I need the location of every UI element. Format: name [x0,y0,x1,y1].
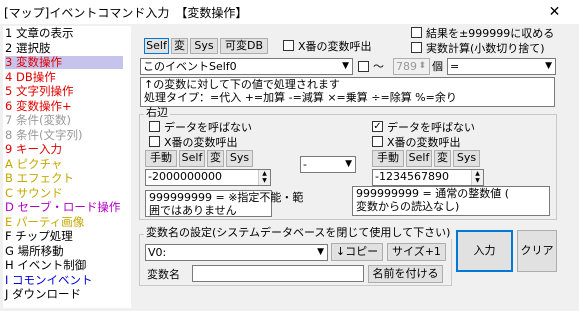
close-button[interactable]: ✕ [530,0,579,24]
count-spinner[interactable]: 789 ⬍ [393,58,430,75]
command-item[interactable]: 7 条件(変数) [5,114,71,127]
right-side-label: 右辺 [144,106,170,119]
command-item[interactable]: 1 文章の表示 [5,27,73,40]
count-value: 789 [396,60,417,73]
clamp-label: 結果を±999999に収める [426,27,555,40]
kahen-db-button[interactable]: 可変DB [220,38,268,54]
chevron-down-icon: ▼ [545,61,552,71]
chevron-down-icon: ▼ [342,61,349,71]
operation-value: = [450,60,460,73]
command-item[interactable]: 3 変数操作 [5,56,123,69]
x-call-top-label: X番の変数呼出 [298,40,372,53]
left-hen-button[interactable]: 変 [207,150,224,167]
window-title: [マップ]イベントコマンド入力 【変数操作】 [4,6,248,20]
command-item[interactable]: F チップ処理 [5,230,73,243]
target-variable-value: このイベントSelf0 [143,60,237,73]
left-x-call-checkbox[interactable] [149,136,160,147]
real-calc-label: 実数計算(小数切り捨て) [426,42,545,55]
command-item[interactable]: A ピクチャ [5,157,62,171]
right-manual-button[interactable]: 手動 [372,150,404,167]
self-button[interactable]: Self [144,38,169,54]
operator-value: - [303,158,307,171]
command-item[interactable]: J ダウンロード [5,288,81,301]
tilde-label: ～ [373,60,384,73]
varname-title: 変数名の設定(システムデータベースを閉じて使用して下さい) [144,226,453,239]
command-item[interactable]: 6 変数操作+ [5,99,72,113]
command-item[interactable]: E パーティ画像 [5,215,84,229]
command-item[interactable]: 8 条件(文字列) [5,128,82,142]
command-item[interactable]: G 場所移動 [5,244,64,258]
command-item[interactable]: I コモンイベント [5,273,93,287]
input-button[interactable]: 入力 [456,230,513,272]
clamp-checkbox[interactable] [411,27,422,38]
chevron-down-icon: ▼ [317,247,324,257]
operator-combo[interactable]: - ▼ [300,156,356,173]
right-spin-icon[interactable]: ▲ ▼ [471,170,483,185]
right-x-call-checkbox[interactable] [372,136,383,147]
operation-combo[interactable]: = ▼ [447,58,556,75]
left-sys-button[interactable]: Sys [226,150,253,167]
right-value: -1234567890 [375,170,449,183]
right-sys-button[interactable]: Sys [453,150,480,167]
left-note: 999999999 = ※指定不能・範 囲ではありません [145,190,303,217]
left-manual-button[interactable]: 手動 [145,150,177,167]
command-item[interactable]: D セーブ・ロード操作 [5,201,120,214]
command-item[interactable]: B エフェクト [5,172,74,185]
right-x-call-label: X番の変数呼出 [387,136,461,149]
sys-button[interactable]: Sys [190,38,218,54]
right-note: 999999999 = 通常の整数値 ( 変数からの読込なし) [352,186,550,216]
command-list[interactable]: 1 文章の表示 2 選択肢 3 変数操作 4 DB操作 5 文字列操作 6 変数操作+ 7 … [3,26,131,308]
varname-combo-value: V0: [148,246,167,259]
left-value-input[interactable]: -2000000000 [145,169,271,186]
right-self-button[interactable]: Self [406,150,432,167]
size-plus-button[interactable]: サイズ+1 [387,243,446,261]
right-no-data-checkbox[interactable]: ✓ [372,121,383,132]
left-self-button[interactable]: Self [179,150,205,167]
chevron-down-icon: ▼ [345,159,352,169]
command-item[interactable]: 9 キー入力 [5,143,62,156]
left-no-data-label: データを呼ばない [164,121,252,134]
varname-label: 変数名 [147,268,180,281]
target-variable-combo[interactable]: このイベントSelf0 ▼ [140,58,353,75]
left-spin-icon[interactable]: ▲ ▼ [258,170,270,185]
command-item[interactable]: 4 DB操作 [5,70,56,84]
range-checkbox[interactable] [358,61,369,72]
x-call-top-checkbox[interactable] [283,40,294,51]
assign-name-button[interactable]: 名前を付ける [368,265,443,283]
right-hen-button[interactable]: 変 [434,150,451,167]
varname-combo[interactable]: V0: ▼ [145,244,328,261]
count-unit-label: 個 [432,60,443,73]
left-no-data-checkbox[interactable] [149,121,160,132]
copy-button[interactable]: ↓コピー [331,243,383,261]
hen-button[interactable]: 変 [171,38,188,54]
command-item[interactable]: C サウンド [5,186,63,200]
real-calc-checkbox[interactable] [411,42,422,53]
info-text: ↑の変数に対して下の値で処理されます 処理タイプ：=代入 +=加算 -=減算 ×… [140,77,555,107]
left-x-call-label: X番の変数呼出 [164,136,238,149]
right-value-input[interactable]: -1234567890 [372,169,484,186]
command-item[interactable]: 5 文字列操作 [5,85,73,98]
varname-input[interactable] [192,265,364,282]
command-item[interactable]: H イベント制御 [5,259,86,272]
spin-arrows-icon: ⬍ [418,61,426,71]
command-item[interactable]: 2 選択肢 [5,41,50,55]
left-value: -2000000000 [148,170,222,183]
right-no-data-label: データを呼ばない [387,121,475,134]
clear-button[interactable]: クリア [517,230,557,272]
